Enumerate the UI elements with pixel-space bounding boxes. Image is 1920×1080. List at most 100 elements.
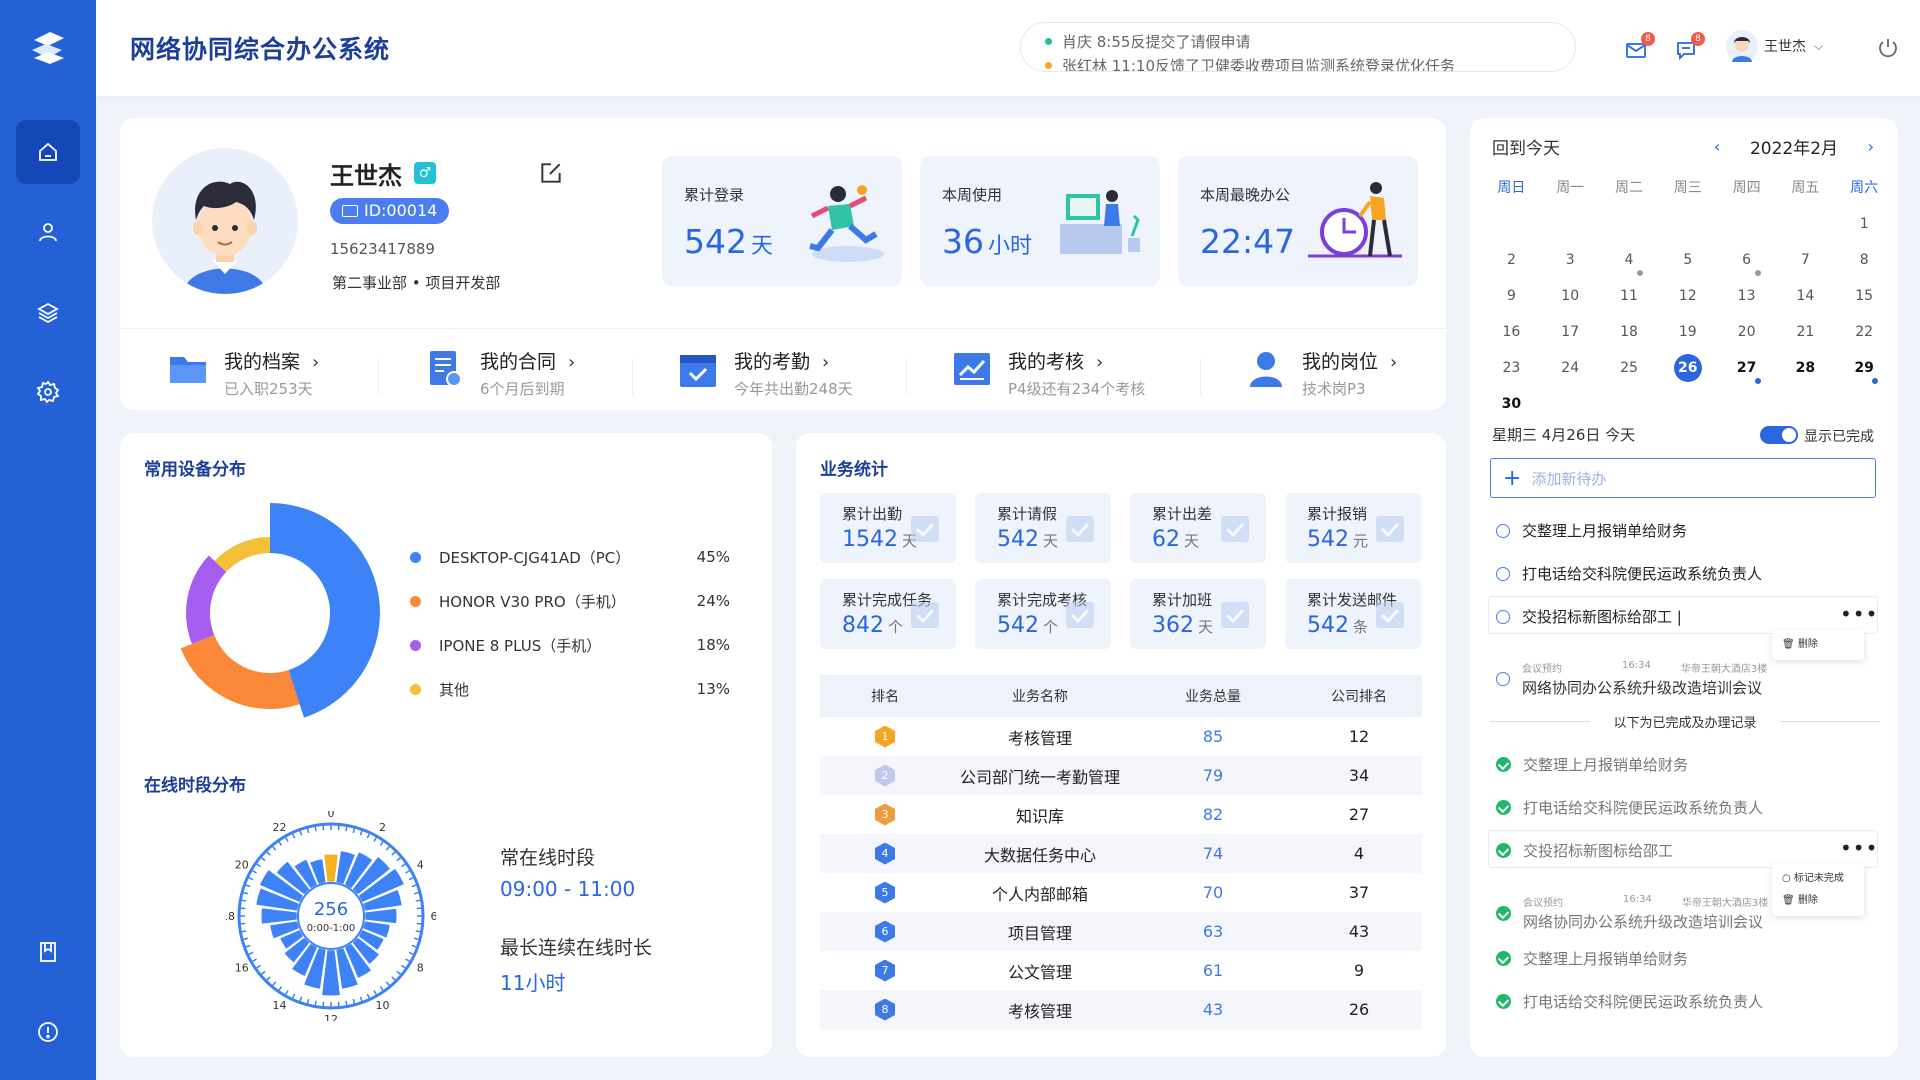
calendar-day[interactable]: 27 [1717, 350, 1776, 386]
nav-info[interactable] [16, 1000, 80, 1064]
nav-layers[interactable] [16, 280, 80, 344]
edit-icon[interactable] [538, 160, 564, 186]
check-icon[interactable] [1496, 905, 1511, 921]
done-meeting-item[interactable]: 会议预约 16:34 华帝王朝大酒店3楼 网络协同办公系统升级改造培训会议 [1496, 894, 1768, 932]
menu-delete[interactable]: 🗑 删除 [1782, 890, 1854, 912]
calendar-day[interactable]: 23 [1482, 350, 1541, 386]
calendar-day[interactable]: 16 [1482, 314, 1541, 350]
message-button[interactable]: 8 [1674, 32, 1705, 62]
next-month-button[interactable]: › [1868, 137, 1874, 156]
check-icon[interactable] [1496, 994, 1511, 1009]
mail-button[interactable]: 8 [1624, 32, 1655, 62]
calendar-day[interactable]: 13 [1717, 278, 1776, 314]
notice-item[interactable]: 肖庆 8:55反提交了请假申请 [1045, 29, 1575, 53]
business-tile[interactable]: 累计出差 62 天 [1130, 493, 1266, 563]
done-todo-item[interactable]: 交整理上月报销单给财务 [1496, 754, 1688, 775]
table-row[interactable]: 2 公司部门统一考勤管理 79 34 [820, 756, 1422, 795]
quick-my-contract[interactable]: 我的合同 › 6个月后到期 [422, 347, 575, 399]
calendar-day[interactable]: 26 [1658, 350, 1717, 386]
calendar-day[interactable]: 3 [1541, 242, 1600, 278]
clock-tick [265, 976, 271, 982]
menu-delete[interactable]: 🗑 删除 [1782, 634, 1854, 656]
calendar-day[interactable]: 1 [1835, 206, 1894, 242]
business-tile[interactable]: 累计请假 542 天 [975, 493, 1111, 563]
business-tile[interactable]: 累计出勤 1542 天 [820, 493, 956, 563]
calendar-empty [1776, 206, 1835, 242]
nav-settings[interactable] [16, 360, 80, 424]
calendar-day[interactable]: 17 [1541, 314, 1600, 350]
calendar-day[interactable]: 12 [1658, 278, 1717, 314]
done-todo-item[interactable]: 打电话给交科院便民运政系统负责人 [1496, 991, 1763, 1012]
calendar-day[interactable]: 5 [1658, 242, 1717, 278]
calendar-day[interactable]: 29 [1835, 350, 1894, 386]
calendar-day[interactable]: 22 [1835, 314, 1894, 350]
todo-checkbox[interactable] [1496, 566, 1510, 581]
more-options-button[interactable]: ••• [1840, 836, 1878, 860]
meeting-item[interactable]: 会议预约 16:34 华帝王朝大酒店3楼 网络协同办公系统升级改造培训会议 [1496, 660, 1767, 698]
table-row[interactable]: 6 项目管理 63 43 [820, 912, 1422, 951]
todo-item-editing[interactable]: 交投招标新图标给邵工 | [1496, 606, 1682, 627]
nav-home[interactable] [16, 120, 80, 184]
table-row[interactable]: 4 大数据任务中心 74 4 [820, 834, 1422, 873]
notice-ticker[interactable]: 肖庆 8:55反提交了请假申请 张红林 11:10反馈了卫健委收费项目监测系统登… [1020, 22, 1576, 72]
check-icon[interactable] [1496, 951, 1511, 966]
business-tile[interactable]: 累计加班 362 天 [1130, 579, 1266, 649]
calendar-day[interactable]: 9 [1482, 278, 1541, 314]
calendar-day[interactable]: 2 [1482, 242, 1541, 278]
quick-my-position[interactable]: 我的岗位 › 技术岗P3 [1244, 347, 1397, 399]
business-tile[interactable]: 累计发送邮件 542 条 [1285, 579, 1421, 649]
calendar-day[interactable]: 10 [1541, 278, 1600, 314]
calendar-day[interactable]: 6 [1717, 242, 1776, 278]
quick-my-assessment[interactable]: 我的考核 › P4级还有234个考核 [950, 347, 1145, 399]
prev-month-button[interactable]: ‹ [1714, 137, 1720, 156]
power-icon[interactable] [1876, 36, 1900, 60]
show-completed-toggle[interactable] [1760, 426, 1798, 444]
check-icon[interactable] [1496, 800, 1511, 815]
more-options-button[interactable]: ••• [1840, 602, 1878, 626]
table-row[interactable]: 5 个人内部邮箱 70 37 [820, 873, 1422, 912]
user-menu[interactable]: 王世杰 ⌵ [1726, 30, 1823, 62]
calendar-day[interactable]: 7 [1776, 242, 1835, 278]
business-tile[interactable]: 累计完成任务 842 个 [820, 579, 956, 649]
table-row[interactable]: 1 考核管理 85 12 [820, 717, 1422, 756]
calendar-day[interactable]: 21 [1776, 314, 1835, 350]
menu-mark-undone[interactable]: ○ 标记未完成 [1782, 868, 1854, 890]
legend-label: HONOR V30 PRO（手机） [439, 592, 626, 611]
calendar-day[interactable]: 14 [1776, 278, 1835, 314]
add-todo-input[interactable]: + 添加新待办 [1490, 458, 1876, 498]
calendar-day[interactable]: 20 [1717, 314, 1776, 350]
calendar-day[interactable]: 4 [1600, 242, 1659, 278]
calendar-day[interactable]: 30 [1482, 386, 1541, 422]
nav-user[interactable] [16, 200, 80, 264]
clock-tick [401, 964, 407, 970]
calendar-day[interactable]: 24 [1541, 350, 1600, 386]
todo-item[interactable]: 交整理上月报销单给财务 [1496, 520, 1687, 541]
calendar-day[interactable]: 25 [1600, 350, 1659, 386]
calendar-day[interactable]: 8 [1835, 242, 1894, 278]
done-todo-item[interactable]: 交投招标新图标给邵工 [1496, 840, 1673, 861]
todo-checkbox[interactable] [1496, 609, 1510, 624]
todo-item[interactable]: 打电话给交科院便民运政系统负责人 [1496, 563, 1762, 584]
calendar-day[interactable]: 28 [1776, 350, 1835, 386]
table-row[interactable]: 7 公文管理 61 9 [820, 951, 1422, 990]
done-todo-item[interactable]: 交整理上月报销单给财务 [1496, 948, 1688, 969]
back-to-today-button[interactable]: 回到今天 [1492, 134, 1560, 159]
calendar-day[interactable]: 15 [1835, 278, 1894, 314]
check-icon[interactable] [1496, 843, 1511, 858]
todo-checkbox[interactable] [1496, 672, 1510, 686]
done-todo-item[interactable]: 打电话给交科院便民运政系统负责人 [1496, 797, 1763, 818]
quick-my-archive[interactable]: 我的档案 › 已入职253天 [166, 347, 319, 399]
calendar-day[interactable]: 18 [1600, 314, 1659, 350]
notice-item[interactable]: 张红林 11:10反馈了卫健委收费项目监测系统登录优化任务 [1045, 53, 1575, 71]
todo-checkbox[interactable] [1496, 523, 1510, 538]
check-icon[interactable] [1496, 757, 1511, 772]
calendar-day[interactable]: 11 [1600, 278, 1659, 314]
quick-my-attendance[interactable]: 我的考勤 › 今年共出勤248天 [676, 347, 853, 399]
business-tile[interactable]: 累计报销 542 元 [1285, 493, 1421, 563]
nav-bookmark[interactable] [16, 920, 80, 984]
table-row[interactable]: 8 考核管理 43 26 [820, 990, 1422, 1029]
calendar-day[interactable]: 19 [1658, 314, 1717, 350]
table-row[interactable]: 3 知识库 82 27 [820, 795, 1422, 834]
menu-delete-label: 删除 [1797, 895, 1818, 906]
business-tile[interactable]: 累计完成考核 542 个 [975, 579, 1111, 649]
